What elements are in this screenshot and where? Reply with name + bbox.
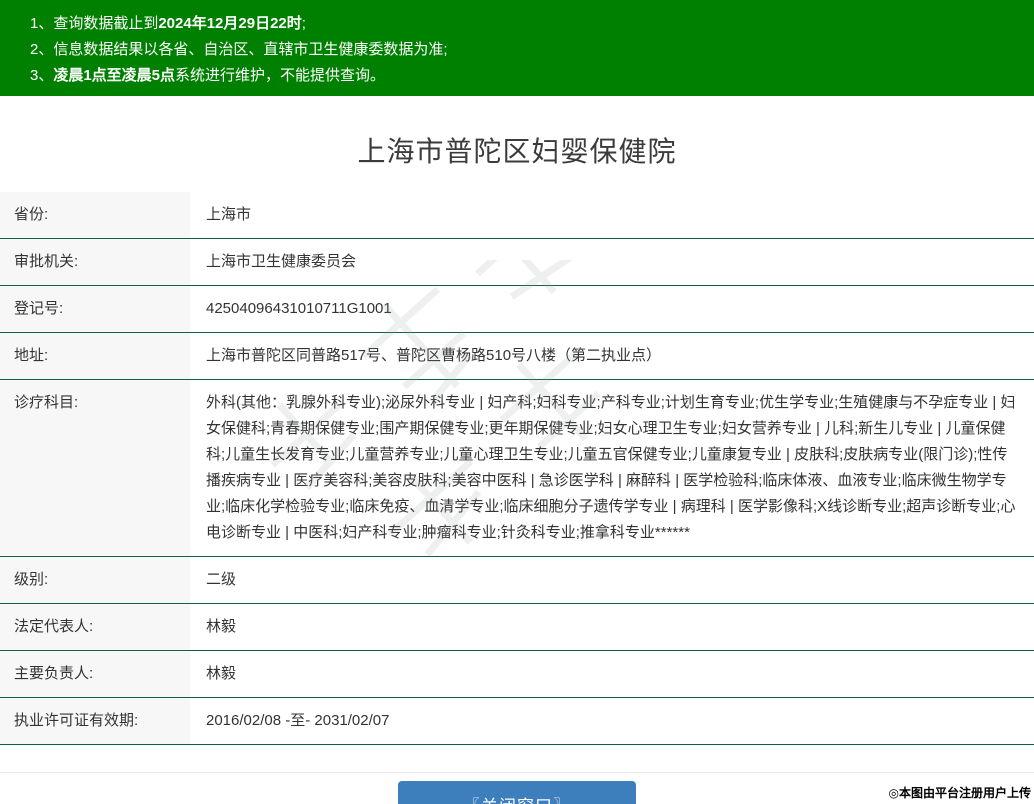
notice-line: 1、查询数据截止到2024年12月29日22时; <box>30 15 306 32</box>
table-row: 审批机关: 上海市卫生健康委员会 <box>0 239 1034 286</box>
close-window-button[interactable]: 〖关闭窗口〗 <box>398 781 636 804</box>
field-label: 审批机关: <box>0 239 190 285</box>
table-row: 登记号: 42504096431010711G1001 <box>0 286 1034 333</box>
notice-line: 2、信息数据结果以各省、自治区、直辖市卫生健康委数据为准; <box>30 41 448 58</box>
table-row: 省份: 上海市 <box>0 192 1034 239</box>
field-label: 级别: <box>0 557 190 603</box>
field-label: 登记号: <box>0 286 190 332</box>
image-credit-note: ◎本图由平台注册用户上传 <box>888 786 1031 800</box>
field-label: 地址: <box>0 333 190 379</box>
field-label: 诊疗科目: <box>0 380 190 556</box>
info-table: 省份: 上海市 审批机关: 上海市卫生健康委员会 登记号: 425040964310107… <box>0 192 1034 745</box>
field-value: 42504096431010711G1001 <box>190 286 1034 332</box>
notice-list: 1、查询数据截止到2024年12月29日22时; 2、信息数据结果以各省、自治区、… <box>30 11 1014 89</box>
field-label: 法定代表人: <box>0 604 190 650</box>
table-row: 级别: 二级 <box>0 557 1034 604</box>
button-area: 〖关闭窗口〗 <box>0 773 1034 804</box>
table-row: 诊疗科目: 外科(其他：乳腺外科专业);泌尿外科专业 | 妇产科;妇科专业;产科专… <box>0 380 1034 557</box>
field-value: 上海市普陀区同普路517号、普陀区曹杨路510号八楼（第二执业点） <box>190 333 1034 379</box>
table-row: 法定代表人: 林毅 <box>0 604 1034 651</box>
table-row: 地址: 上海市普陀区同普路517号、普陀区曹杨路510号八楼（第二执业点） <box>0 333 1034 380</box>
field-value: 二级 <box>190 557 1034 603</box>
table-row: 执业许可证有效期: 2016/02/08 -至- 2031/02/07 <box>0 698 1034 745</box>
page-title: 上海市普陀区妇婴保健院 <box>357 136 677 167</box>
field-value: 外科(其他：乳腺外科专业);泌尿外科专业 | 妇产科;妇科专业;产科专业;计划生… <box>190 380 1034 556</box>
notice-banner: 1、查询数据截止到2024年12月29日22时; 2、信息数据结果以各省、自治区、… <box>0 0 1034 96</box>
field-value: 林毅 <box>190 651 1034 697</box>
notice-line: 3、凌晨1点至凌晨5点系统进行维护，不能提供查询。 <box>30 67 386 84</box>
field-value: 上海市 <box>190 192 1034 238</box>
field-label: 省份: <box>0 192 190 238</box>
field-label: 主要负责人: <box>0 651 190 697</box>
table-row: 主要负责人: 林毅 <box>0 651 1034 698</box>
query-result-page: 1、查询数据截止到2024年12月29日22时; 2、信息数据结果以各省、自治区、… <box>0 0 1034 804</box>
field-value: 上海市卫生健康委员会 <box>190 239 1034 285</box>
field-value: 林毅 <box>190 604 1034 650</box>
field-value: 2016/02/08 -至- 2031/02/07 <box>190 698 1034 744</box>
field-label: 执业许可证有效期: <box>0 698 190 744</box>
